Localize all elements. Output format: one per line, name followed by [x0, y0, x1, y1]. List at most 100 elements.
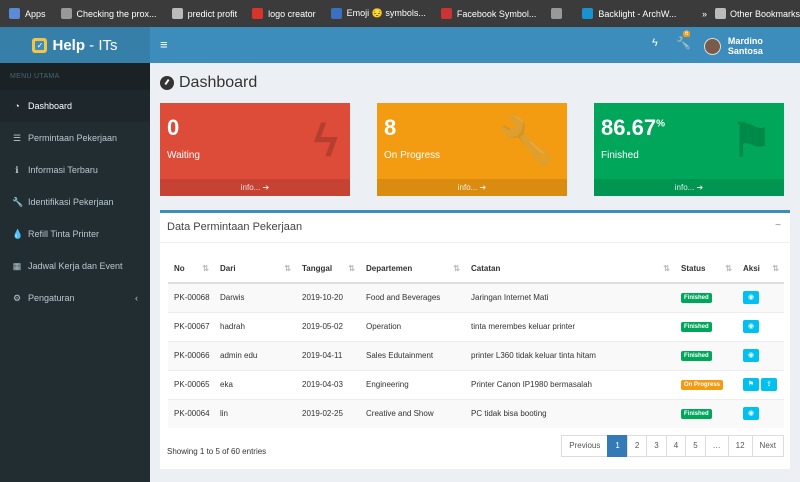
page-3[interactable]: 3 — [646, 435, 667, 457]
stat-info-link[interactable]: info... ➔ — [377, 179, 567, 196]
column-header-tanggal[interactable]: Tanggal ⇅ — [296, 255, 360, 284]
cell-status: Finished — [675, 398, 737, 428]
column-header-departemen[interactable]: Departemen ⇅ — [360, 255, 465, 284]
folder-icon — [714, 8, 726, 19]
sidebar-item-dashboard[interactable]: ◔ Dashboard — [0, 90, 150, 122]
cell-status: Finished — [675, 282, 737, 312]
bookmark-4[interactable]: logo creator — [252, 8, 316, 19]
sidebar-item-label: Informasi Terbaru — [28, 165, 98, 175]
bookmark-2[interactable]: Checking the prox... — [60, 8, 157, 19]
column-header-dari[interactable]: Dari ⇅ — [214, 255, 296, 284]
sort-icon[interactable]: ⇅ — [725, 264, 732, 273]
stat-box-on-progress: 8 On Progress 🔧 info... ➔ — [377, 103, 567, 196]
sidebar-item-label: Jadwal Kerja dan Event — [28, 261, 123, 271]
top-navbar: ✓ Help - ITs ≡ ϟ 🔧 6 Mardino Santosa — [0, 27, 800, 63]
page-previous[interactable]: Previous — [561, 435, 609, 457]
help-logo-icon: ✓ — [32, 37, 48, 53]
facebook-symbols-icon — [440, 8, 452, 19]
status-badge: Finished — [681, 351, 712, 361]
sidebar-item-identifikasi-pekerjaan[interactable]: 🔧 Identifikasi Pekerjaan — [0, 186, 150, 218]
globe-icon — [551, 8, 563, 19]
bolt-icon[interactable]: ϟ — [652, 37, 658, 49]
table-row: PK-00067 hadrah 2019-05-02 Operation tinta m… — [168, 311, 784, 341]
dashboard-icon — [160, 76, 174, 90]
brand-logo[interactable]: ✓ Help - ITs — [0, 27, 150, 63]
sort-icon[interactable]: ⇅ — [663, 264, 670, 273]
user-name: Mardino Santosa — [727, 36, 763, 56]
cell-no: PK-00068 — [168, 282, 214, 312]
stat-info-link[interactable]: info... ➔ — [160, 179, 350, 196]
page-1[interactable]: 1 — [607, 435, 628, 457]
page-5[interactable]: 5 — [685, 435, 706, 457]
cell-dari: Darwis — [214, 282, 296, 312]
sort-icon[interactable]: ⇅ — [202, 264, 209, 273]
stat-box-waiting: 0 Waiting ϟ info... ➔ — [160, 103, 350, 196]
other-bookmarks[interactable]: Other Bookmarks — [730, 9, 800, 19]
bookmark-8[interactable]: Backlight - ArchW... — [582, 8, 676, 19]
column-header-status[interactable]: Status ⇅ — [675, 255, 737, 284]
cell-dept: Operation — [360, 311, 465, 341]
cell-actions: ⚑ ⇪ — [737, 369, 784, 399]
column-header-catatan[interactable]: Catatan ⇅ — [465, 255, 675, 284]
column-header-aksi[interactable]: Aksi ⇅ — [737, 255, 784, 284]
view-button[interactable]: ◉ — [743, 320, 759, 333]
wrench-icon: 🔧 — [12, 196, 24, 207]
sidebar-item-permintaan-pekerjaan[interactable]: ☰ Permintaan Pekerjaan — [0, 122, 150, 154]
bookmark-7[interactable] — [551, 8, 567, 19]
user-menu[interactable]: Mardino Santosa — [704, 36, 800, 56]
view-button[interactable]: ◉ — [743, 349, 759, 362]
stat-info-link[interactable]: info... ➔ — [594, 179, 784, 196]
sidebar-item-refill-tinta-printer[interactable]: 💧 Refill Tinta Printer — [0, 218, 150, 250]
cell-no: PK-00066 — [168, 340, 214, 370]
table-info: Showing 1 to 5 of 60 entries — [167, 447, 267, 456]
page-12[interactable]: 12 — [727, 435, 753, 457]
sidebar-toggle-button[interactable]: ≡ — [160, 38, 168, 51]
tasks-wrench-icon[interactable]: 🔧 6 — [676, 31, 691, 50]
view-button[interactable]: ◉ — [743, 407, 759, 421]
sidebar-item-pengaturan[interactable]: ⚙ Pengaturan ‹ — [0, 282, 150, 314]
overflow-chevron-icon[interactable]: » — [702, 9, 707, 19]
list-icon: ☰ — [12, 132, 22, 143]
sidebar-item-informasi-terbaru[interactable]: ℹ Informasi Terbaru — [0, 154, 150, 186]
minimize-button[interactable]: − — [775, 220, 781, 231]
bookmark-1[interactable]: Apps — [9, 8, 46, 19]
bookmark-6[interactable]: Facebook Symbol... — [440, 8, 536, 19]
bookmark-5[interactable]: Emoji 😔 symbols... — [330, 8, 426, 19]
apps-grid-icon — [9, 8, 20, 19]
cell-dari: eka — [214, 369, 296, 399]
sidebar-heading: MENU UTAMA — [0, 63, 150, 90]
cell-dept: Food and Beverages — [360, 282, 465, 312]
bookmark-label: Apps — [25, 8, 46, 19]
sort-icon[interactable]: ⇅ — [453, 264, 460, 273]
sidebar: MENU UTAMA ◔ Dashboard ☰ Permintaan Pekerja… — [0, 63, 150, 482]
upload-button[interactable]: ⇪ — [761, 378, 777, 391]
page-2[interactable]: 2 — [626, 435, 648, 457]
stat-value: 8 — [384, 115, 397, 140]
cell-dari: lin — [214, 398, 296, 428]
stat-unit: % — [656, 118, 665, 130]
requests-table: No ⇅ Dari ⇅ Tanggal ⇅ Departemen ⇅ Catatan ⇅ Statu… — [168, 255, 784, 428]
sidebar-item-jadwal-kerja-dan-event[interactable]: ▦ Jadwal Kerja dan Event — [0, 250, 150, 282]
page-4[interactable]: 4 — [665, 435, 687, 457]
cell-actions: ◉ — [737, 340, 784, 370]
sort-icon[interactable]: ⇅ — [772, 264, 779, 273]
flag-button[interactable]: ⚑ — [743, 378, 759, 391]
cell-catatan: Printer Canon IP1980 bermasalah — [465, 369, 675, 399]
globe-icon — [60, 8, 72, 19]
page-next[interactable]: Next — [751, 435, 784, 457]
bookmark-3[interactable]: predict profit — [171, 8, 237, 19]
bookmark-label: logo creator — [268, 8, 316, 19]
view-button[interactable]: ◉ — [743, 291, 759, 305]
column-header-no[interactable]: No ⇅ — [168, 255, 214, 284]
sort-icon[interactable]: ⇅ — [348, 264, 355, 273]
bookmark-label: Backlight - ArchW... — [598, 8, 677, 19]
calendar-icon: ▦ — [12, 260, 22, 271]
status-badge: Finished — [681, 293, 712, 304]
table-row: PK-00064 lin 2019-02-25 Creative and Show PC… — [168, 398, 784, 428]
cell-tanggal: 2019-04-03 — [296, 369, 360, 399]
bolt-icon: ϟ — [313, 114, 338, 166]
sort-icon[interactable]: ⇅ — [284, 264, 291, 273]
stat-value: 86.67% — [601, 115, 665, 140]
sidebar-item-label: Permintaan Pekerjaan — [28, 133, 118, 143]
cell-dept: Sales Edutainment — [360, 340, 465, 370]
